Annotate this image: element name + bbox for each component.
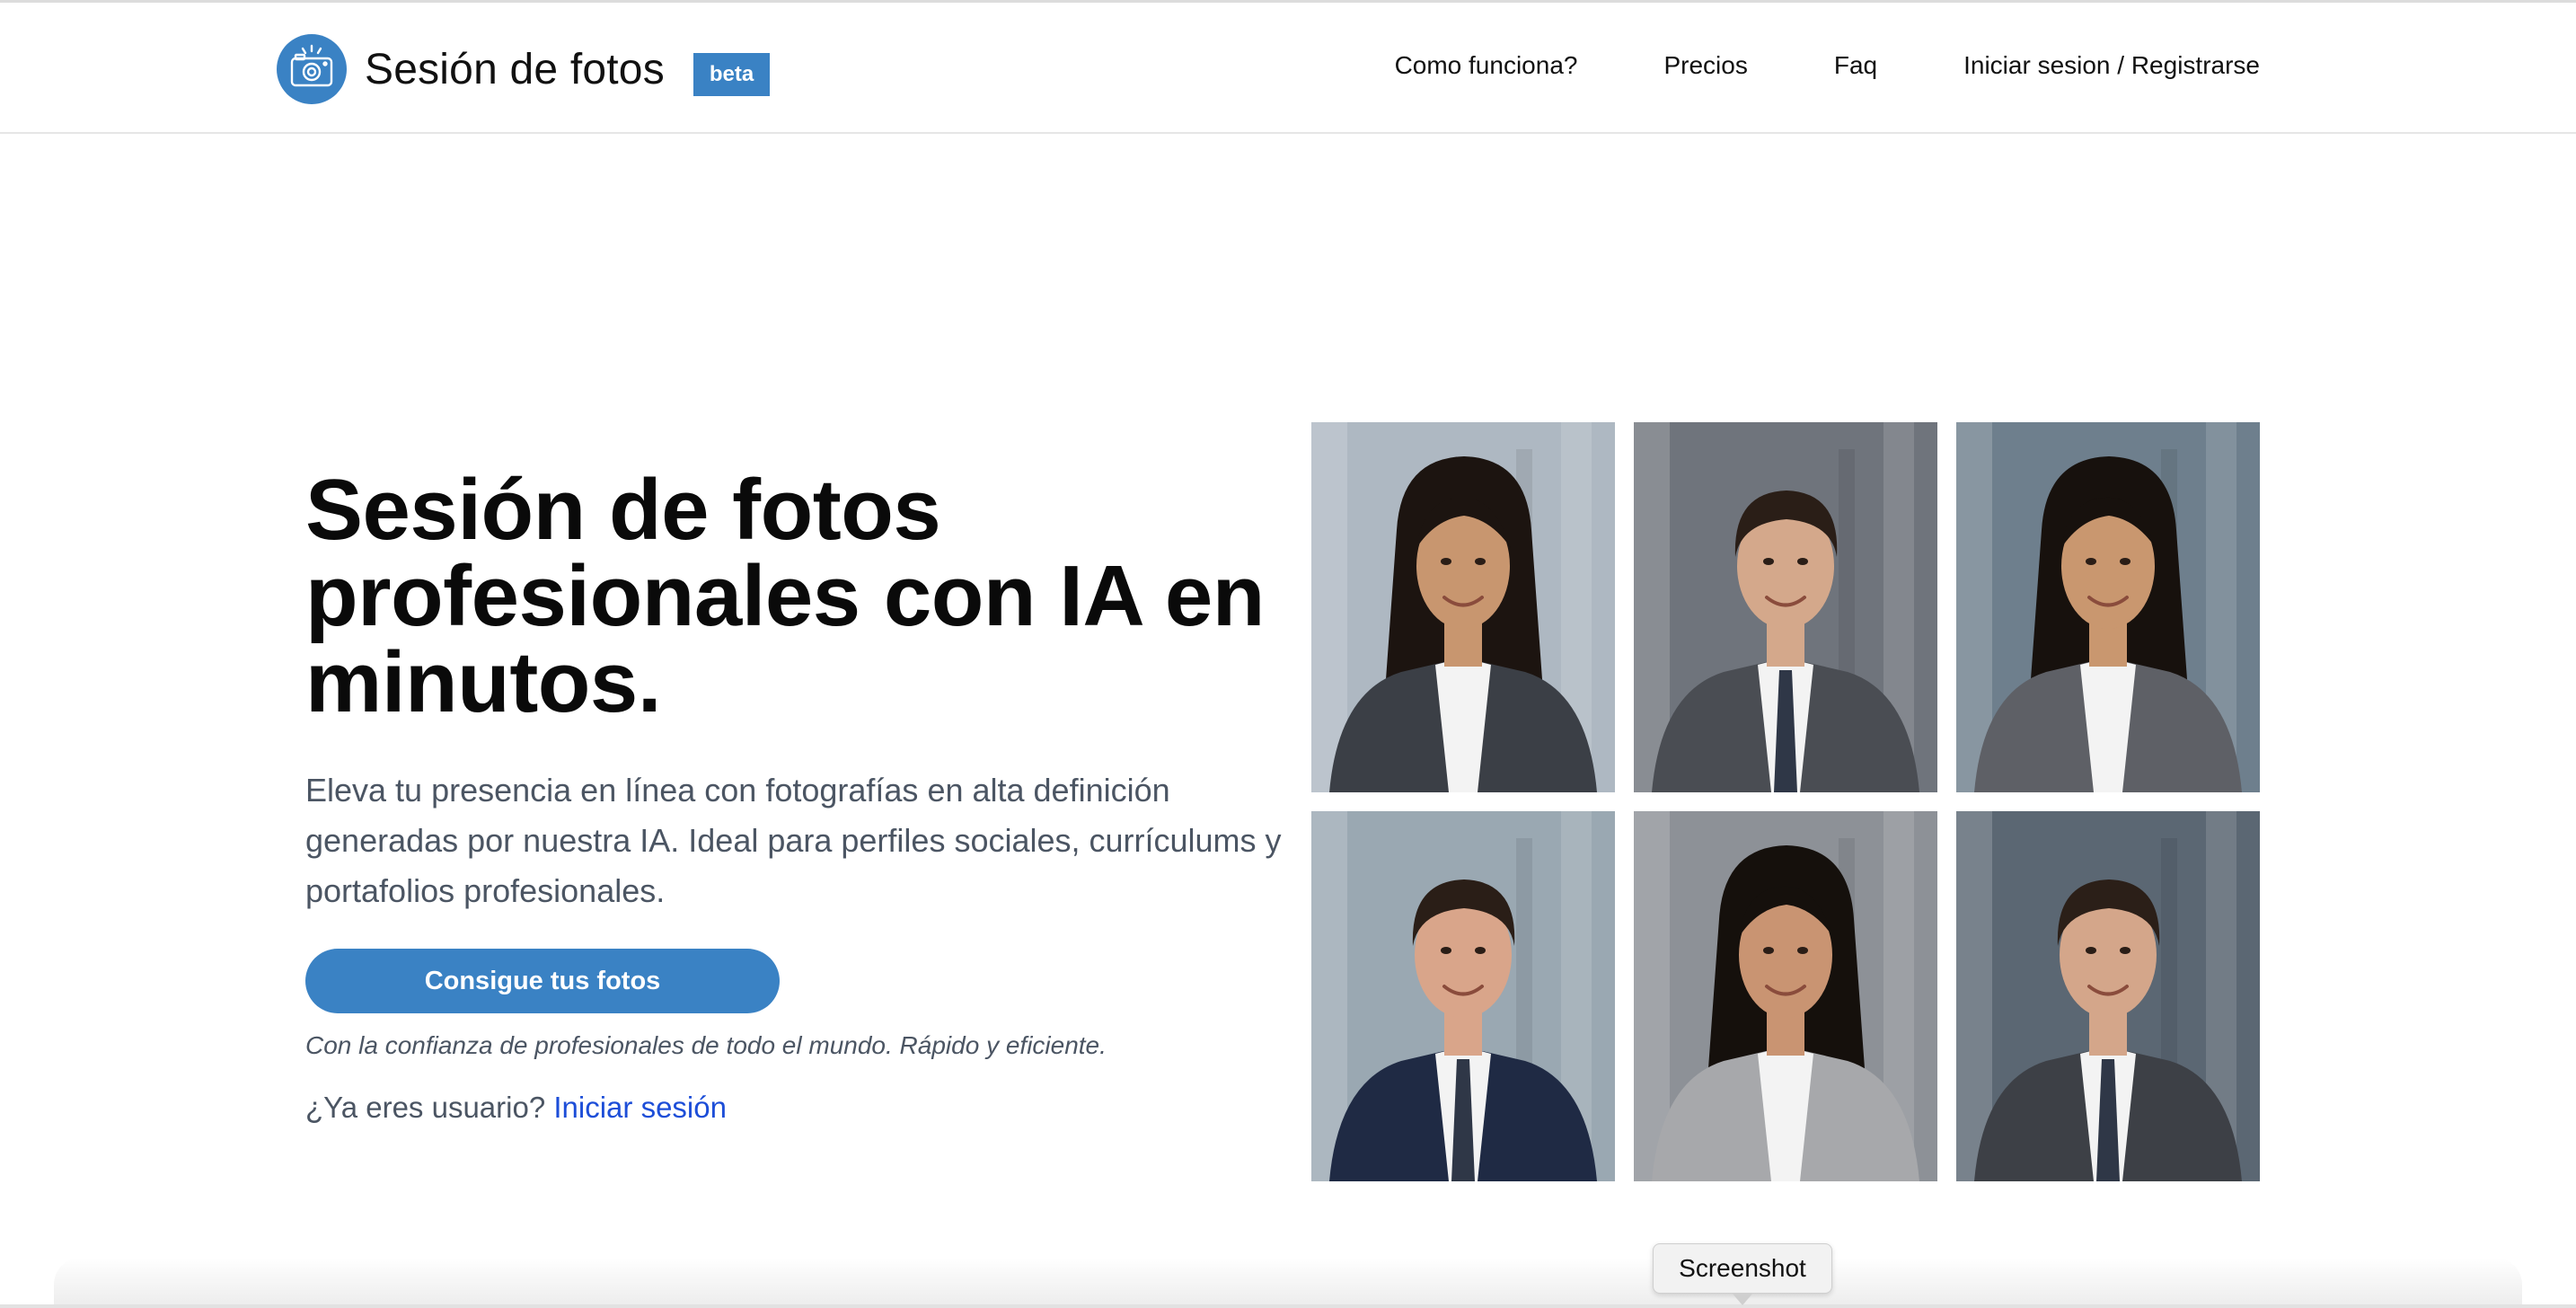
beta-badge: beta — [693, 53, 771, 96]
brand-name: Sesión de fotos — [365, 45, 665, 93]
main-nav: Como funciona? Precios Faq Iniciar sesio… — [1395, 51, 2260, 80]
nav-link-faq[interactable]: Faq — [1834, 51, 1877, 80]
login-prompt-text: ¿Ya eres usuario? — [305, 1091, 546, 1124]
hero-title-line: minutos. — [305, 634, 661, 730]
camera-icon — [277, 34, 347, 104]
section-divider-shadow — [54, 1258, 2522, 1308]
screenshot-tooltip: Screenshot — [1653, 1243, 1832, 1294]
bottom-edge — [0, 1304, 2576, 1308]
portrait-photo — [1956, 811, 2260, 1181]
portrait-photo — [1311, 811, 1615, 1181]
nav-link-como-funciona[interactable]: Como funciona? — [1395, 51, 1578, 80]
hero-title: Sesión de fotos profesionales con IA en … — [305, 467, 1284, 726]
nav-link-login-register[interactable]: Iniciar sesion / Registrarse — [1963, 51, 2260, 80]
portrait-photo — [1634, 422, 1937, 792]
nav-link-precios[interactable]: Precios — [1663, 51, 1747, 80]
login-prompt: ¿Ya eres usuario? Iniciar sesión — [305, 1091, 1284, 1125]
logo-link[interactable]: Sesión de fotos beta — [277, 33, 771, 105]
hero-title-line: Sesión de fotos — [305, 462, 941, 558]
hero-subtitle: Eleva tu presencia en línea con fotograf… — [305, 772, 1282, 909]
portrait-photo — [1956, 422, 2260, 792]
trust-text: Con la confianza de profesionales de tod… — [305, 1031, 1107, 1059]
photo-gallery — [1311, 422, 2260, 1181]
portrait-photo — [1634, 811, 1937, 1181]
hero-text: Sesión de fotos profesionales con IA en … — [305, 467, 1284, 1125]
hero-title-line: profesionales con IA en — [305, 548, 1265, 644]
login-link[interactable]: Iniciar sesión — [553, 1091, 727, 1124]
portrait-photo — [1311, 422, 1615, 792]
site-header: Sesión de fotos beta Como funciona? Prec… — [0, 3, 2576, 134]
tooltip-tail — [1732, 1293, 1753, 1305]
get-photos-button[interactable]: Consigue tus fotos — [305, 949, 780, 1013]
